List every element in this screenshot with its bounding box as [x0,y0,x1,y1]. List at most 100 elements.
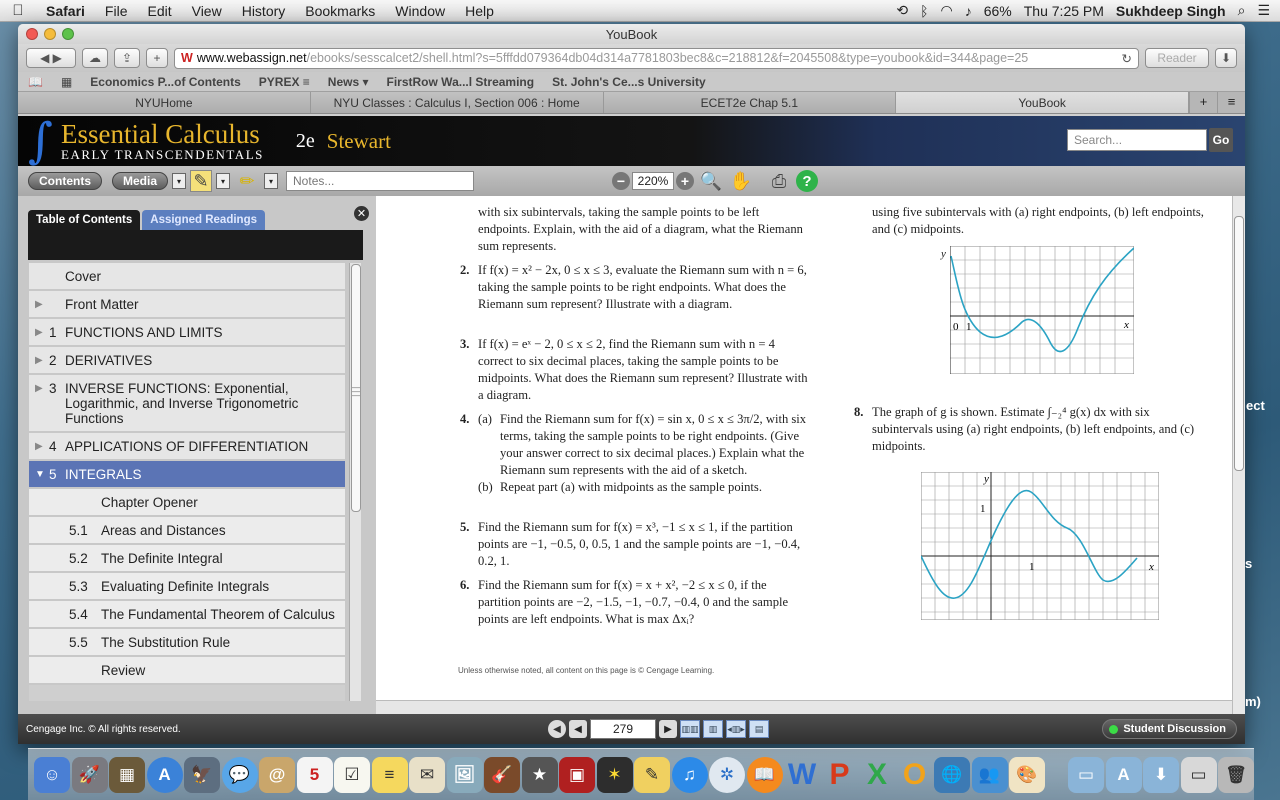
history-back-icon[interactable]: ◀ [548,720,566,738]
screen-icon[interactable]: ▭ [1180,756,1217,793]
toc-item[interactable]: 5.4 The Fundamental Theorem of Calculus [29,601,345,629]
toc-item[interactable]: 5.5 The Substitution Rule [29,629,345,657]
favorite-1[interactable]: Economics P...of Contents [90,75,240,89]
downloads-folder-icon[interactable]: ⬇ [1143,756,1179,793]
pencil-icon[interactable]: ✏ [234,169,260,193]
pencil-dropdown-icon[interactable]: ▾ [264,173,279,189]
photo-booth-icon[interactable]: ▦ [109,756,145,793]
preview-icon[interactable]: 🦅 [184,756,220,793]
tab-assigned-readings[interactable]: Assigned Readings [142,210,265,230]
bluetooth-icon[interactable]: ᛒ [920,3,928,19]
favorite-4[interactable]: FirstRow Wa...l Streaming [387,75,535,89]
tab-youbook[interactable]: YouBook [896,92,1189,113]
highlighter-icon[interactable]: ✎ [190,170,213,192]
tab-table-of-contents[interactable]: Table of Contents [28,210,141,230]
media-dropdown-icon[interactable]: ▾ [172,173,187,189]
menu-history[interactable]: History [232,3,296,19]
toc-item[interactable]: ▼ 5 INTEGRALS [29,461,345,489]
back-forward-buttons[interactable]: ◀ ▶ [26,48,76,68]
close-sidebar-icon[interactable]: ✕ [354,206,369,221]
garageband-icon[interactable]: 🎸 [484,756,520,793]
contents-button[interactable]: Contents [28,172,102,190]
expand-arrow-icon[interactable]: ▶ [35,297,49,310]
favorite-5[interactable]: St. John's Ce...s University [552,75,706,89]
zoom-in-button[interactable]: + [676,172,695,190]
toc-item[interactable]: ▶ Front Matter [29,291,345,319]
menu-window[interactable]: Window [385,3,455,19]
messenger-icon[interactable]: 👥 [971,756,1008,793]
menu-view[interactable]: View [182,3,232,19]
expand-arrow-icon[interactable]: ▶ [35,439,49,452]
page-scroll-thumb[interactable] [1234,216,1244,471]
page-horizontal-scrollbar[interactable] [376,700,1232,714]
ebook-search-input[interactable]: Search... [1067,129,1207,151]
toc-item[interactable]: Cover [29,263,345,291]
student-discussion-button[interactable]: Student Discussion [1102,719,1237,739]
imovie-icon[interactable]: ★ [521,756,558,793]
toc-item[interactable]: 5.3 Evaluating Definite Integrals [29,573,345,601]
notes-app-icon[interactable]: ≡ [371,756,408,793]
add-bookmark-button[interactable]: + [146,48,168,68]
trash-icon[interactable]: 🗑 [1218,756,1254,793]
reader-button[interactable]: Reader [1145,48,1209,68]
zoom-out-button[interactable]: − [612,172,631,190]
notification-center-icon[interactable]: ☰ [1257,2,1270,19]
toc-spacer[interactable] [35,269,49,271]
next-page-button[interactable]: ▶ [659,720,677,738]
downloads-icon[interactable]: ⬇ [1215,48,1237,68]
print-icon[interactable]: ⎙ [766,169,792,193]
new-tab-button[interactable]: + [1189,92,1217,113]
clock[interactable]: Thu 7:25 PM [1024,3,1104,19]
launchpad-icon[interactable]: 🚀 [71,756,108,793]
battery-status[interactable]: 66% [984,3,1012,19]
menu-app-name[interactable]: Safari [36,3,95,19]
toc-item[interactable]: 5.2 The Definite Integral [29,545,345,573]
finder-icon[interactable]: ☺ [34,756,70,793]
itunes-icon[interactable]: ♫ [671,756,708,793]
safari-dock-icon[interactable]: ✲ [709,756,745,793]
toc-item[interactable]: Review [29,657,345,685]
toc-item[interactable]: ▶ 4 APPLICATIONS OF DIFFERENTIATION [29,433,345,461]
photo-app-icon[interactable]: ▣ [559,756,595,793]
reading-list-icon[interactable]: 📖 [28,75,43,89]
calendar-icon[interactable]: 5 [296,756,333,793]
search-go-button[interactable]: Go [1209,128,1233,152]
reload-icon[interactable]: ↻ [1116,51,1132,66]
expand-arrow-icon[interactable]: ▼ [35,467,49,480]
powerpoint-icon[interactable]: P [822,757,858,793]
fit-width-view-icon[interactable]: ◂▥▸ [726,720,746,738]
scroll-view-icon[interactable]: ▤ [749,720,769,738]
highlighter-dropdown-icon[interactable]: ▾ [216,173,231,189]
expand-arrow-icon[interactable]: ▶ [35,325,49,338]
user-name[interactable]: Sukhdeep Singh [1116,3,1226,19]
prev-page-button[interactable]: ◀ [569,720,587,738]
applications-folder-icon[interactable]: A [1105,756,1142,793]
share-icon[interactable]: ⇪ [114,48,140,68]
outlook-icon[interactable]: O [897,757,933,793]
menu-file[interactable]: File [95,3,138,19]
paint-icon[interactable]: 🎨 [1009,756,1045,793]
expand-arrow-icon[interactable]: ▶ [35,353,49,366]
toc-item[interactable]: ▶ 2 DERIVATIVES [29,347,345,375]
mail-icon[interactable]: ✉ [409,756,445,793]
top-sites-icon[interactable]: ▦ [61,75,72,89]
zoom-level[interactable]: 220% [632,172,675,190]
page-number-input[interactable]: 279 [590,719,656,739]
contacts-icon[interactable]: @ [259,756,295,793]
magnifier-icon[interactable]: 🔍 [698,169,724,193]
volume-icon[interactable]: ♪ [965,3,972,19]
notes-input[interactable]: Notes... [286,171,475,191]
tab-nyu-classes[interactable]: NYU Classes : Calculus I, Section 006 : … [310,92,604,113]
hand-pan-icon[interactable]: ✋ [728,169,754,193]
favorite-2[interactable]: PYREX ≡ [259,75,310,89]
menu-edit[interactable]: Edit [137,3,181,19]
apple-menu-icon[interactable]:  [0,2,36,19]
help-icon[interactable]: ? [796,170,819,192]
expand-arrow-icon[interactable]: ▶ [35,381,49,394]
address-bar[interactable]: W www.webassign.net/ebooks/sesscalcet2/s… [174,47,1139,69]
pages-icon[interactable]: ✎ [634,756,670,793]
network-icon[interactable]: 🌐 [934,756,970,793]
tab-ecet2e[interactable]: ECET2e Chap 5.1 [603,92,897,113]
icloud-tabs-icon[interactable]: ☁ [82,48,108,68]
page-scrollbar[interactable] [1232,196,1245,714]
